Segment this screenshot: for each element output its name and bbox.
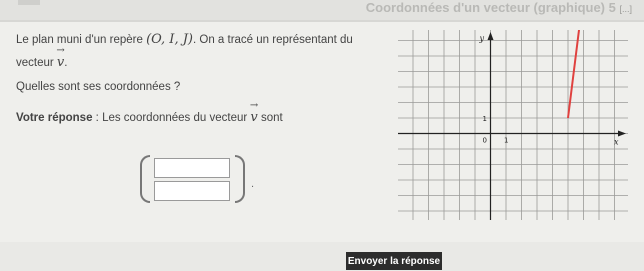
answer-text: sont [260, 112, 283, 124]
right-parenthesis [235, 155, 245, 203]
expand-link[interactable]: [...] [619, 4, 632, 14]
exercise-title: Coordonnées d'un vecteur (graphique) 5 [… [366, 0, 632, 15]
left-parenthesis [140, 155, 150, 203]
sentence-period: . [251, 178, 255, 190]
exercise-title-text: Coordonnées d'un vecteur (graphique) 5 [365, 0, 616, 15]
frame-notation: (O, I, J) [146, 32, 193, 47]
grid-lines [398, 30, 628, 220]
vector-v-notation: v [57, 55, 64, 70]
answer-label: Votre réponse [16, 112, 93, 124]
header-bar: Coordonnées d'un vecteur (graphique) 5 [… [0, 0, 644, 20]
origin-label: 0 [483, 137, 487, 145]
unit-y-label: 1 [483, 115, 487, 123]
vector-v-representative [567, 30, 581, 119]
y-axis-label: y [479, 34, 485, 43]
question-text: . [64, 57, 68, 69]
vector-v-notation: v [250, 110, 257, 125]
y-axis-arrow-icon [487, 32, 494, 40]
x-axis-label: x [614, 138, 619, 147]
question-line-1: Le plan muni d'un repère (O, I, J). On a… [16, 32, 353, 47]
question-text: . On a tracé un représentant du [193, 34, 353, 46]
app-tab-icon [18, 0, 40, 5]
question-line-3: Quelles sont ses coordonnées ? [16, 81, 181, 93]
unit-x-label: 1 [504, 137, 508, 145]
question-text: vecteur [16, 57, 54, 69]
vector-graph: x y 0 1 1 [398, 30, 628, 220]
submit-answer-button[interactable]: Envoyer la réponse [346, 252, 442, 270]
question-text: Le plan muni d'un repère [16, 34, 143, 46]
answer-text: : Les coordonnées du vecteur [92, 112, 248, 124]
y-coordinate-field[interactable] [154, 181, 230, 201]
coordinates-input [140, 153, 245, 205]
x-axis-arrow-icon [618, 130, 626, 137]
answer-prompt: Votre réponse : Les coordonnées du vecte… [16, 110, 283, 125]
x-coordinate-field[interactable] [154, 158, 230, 178]
question-line-2: vecteur v. [16, 55, 67, 70]
